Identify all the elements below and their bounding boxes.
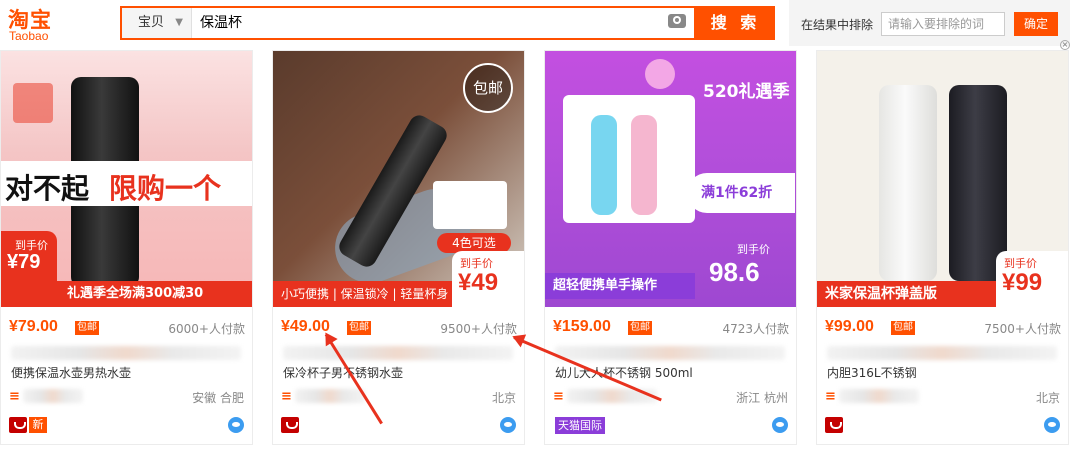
search-box: 宝贝 ▼ 保温杯 xyxy=(120,6,696,40)
taobao-logo[interactable]: 淘宝 Taobao xyxy=(8,4,74,43)
new-tag: 新 xyxy=(29,417,47,433)
chat-icon[interactable] xyxy=(1044,417,1060,433)
search-scope-select[interactable]: 宝贝 ▼ xyxy=(122,8,192,38)
heart-icon xyxy=(645,59,675,89)
shop-icon: ≡ xyxy=(9,389,20,404)
product-box xyxy=(563,95,695,223)
promo-price-label: 到手价 xyxy=(737,243,770,256)
tmall-icon xyxy=(281,417,299,433)
chevron-down-icon: ▼ xyxy=(175,17,183,28)
free-shipping-badge: 包邮 xyxy=(891,321,915,335)
exclude-label: 在结果中排除 xyxy=(801,18,874,32)
price: ¥159.00 xyxy=(553,318,611,335)
promo-price-value: ¥49 xyxy=(458,269,499,296)
sales-count: 4723人付款 xyxy=(722,322,789,336)
promo-strip: 礼遇季全场满300减30 xyxy=(1,281,252,307)
product-image[interactable]: 米家保温杯弹盖版 到手价 ¥99 xyxy=(817,51,1068,307)
product-image[interactable]: 包邮 4色可选 小巧便携 | 保温锁冷 | 轻量杯身 到手价 ¥49 xyxy=(273,51,524,307)
tmall-global-tag: 天猫国际 xyxy=(555,417,605,434)
product-title[interactable]: 幼儿大人杯不锈钢 500ml xyxy=(555,364,785,381)
promo-price-value: ¥99 xyxy=(1002,269,1043,296)
product-card[interactable]: 包邮 4色可选 小巧便携 | 保温锁冷 | 轻量杯身 到手价 ¥49 ¥49.0… xyxy=(272,50,525,445)
promo-banner-b: 限购一个 xyxy=(109,172,222,205)
chat-icon[interactable] xyxy=(228,417,244,433)
product-title[interactable]: 便携保温水壶男热水壶 xyxy=(11,364,241,381)
blurred-title xyxy=(11,346,241,360)
promo-price-value: 98.6 xyxy=(709,257,760,287)
product-image[interactable]: 对不起 限购一个 到手价 ¥79 礼遇季全场满300减30 xyxy=(1,51,252,307)
exclude-panel: 在结果中排除 请输入要排除的词 确定 xyxy=(789,0,1070,46)
search-scope-label: 宝贝 xyxy=(138,15,165,30)
promo-price-box: 到手价 ¥79 xyxy=(1,231,57,281)
product-image[interactable]: 520礼遇季 满1件62折 超轻便携单手操作 到手价 98.6 xyxy=(545,51,796,307)
price-row: ¥159.00 包邮 4723人付款 xyxy=(553,318,789,338)
product-title[interactable]: 内胆316L不锈钢 xyxy=(827,364,1057,381)
blurred-shop-name xyxy=(295,389,365,403)
close-icon[interactable]: × xyxy=(1060,40,1070,50)
free-shipping-badge: 包邮 xyxy=(347,321,371,335)
location: 浙江 杭州 xyxy=(736,391,788,405)
search-button[interactable]: 搜 索 xyxy=(696,6,775,40)
product-card[interactable]: 米家保温杯弹盖版 到手价 ¥99 ¥99.00 包邮 7500+人付款 内胆31… xyxy=(816,50,1069,445)
sales-count: 7500+人付款 xyxy=(984,322,1061,336)
free-shipping-badge: 包邮 xyxy=(75,321,99,335)
price-row: ¥99.00 包邮 7500+人付款 xyxy=(825,318,1061,338)
top-bar: 淘宝 Taobao 宝贝 ▼ 保温杯 搜 索 在结果中排除 请输入要排除的词 确… xyxy=(0,0,1070,50)
colors-pill: 4色可选 xyxy=(437,233,511,253)
promo-price-box: 到手价 ¥99 xyxy=(996,251,1068,307)
brand-mark xyxy=(13,83,53,123)
promo-strip: 超轻便携单手操作 xyxy=(545,273,695,299)
tmall-icon xyxy=(825,417,843,433)
search-input[interactable]: 保温杯 xyxy=(200,8,242,38)
blue-bottle xyxy=(591,115,617,215)
shop-icon: ≡ xyxy=(281,389,292,404)
promo-event: 520礼遇季 xyxy=(703,82,790,102)
blurred-shop-name xyxy=(23,389,83,403)
location: 安徽 合肥 xyxy=(192,391,244,405)
promo-banner-a: 对不起 xyxy=(5,172,90,205)
tmall-icon xyxy=(9,417,27,433)
promo-price-box: 到手价 ¥49 xyxy=(452,251,524,307)
black-bottle xyxy=(949,85,1007,281)
free-shipping-round-badge: 包邮 xyxy=(463,63,513,113)
blurred-shop-name xyxy=(839,389,919,403)
sales-count: 9500+人付款 xyxy=(440,322,517,336)
product-card[interactable]: 对不起 限购一个 到手价 ¥79 礼遇季全场满300减30 ¥79.00 包邮 … xyxy=(0,50,253,445)
blurred-title xyxy=(283,346,513,360)
product-card[interactable]: 520礼遇季 满1件62折 超轻便携单手操作 到手价 98.6 ¥159.00 … xyxy=(544,50,797,445)
color-options-box xyxy=(433,181,507,229)
shop-icon: ≡ xyxy=(825,389,836,404)
promo-deal: 满1件62折 xyxy=(687,173,795,213)
white-bottle xyxy=(879,85,937,281)
price-row: ¥79.00 包邮 6000+人付款 xyxy=(9,318,245,338)
promo-banner: 对不起 限购一个 xyxy=(1,161,252,206)
free-shipping-badge: 包邮 xyxy=(628,321,652,335)
camera-icon[interactable] xyxy=(668,14,686,28)
price: ¥79.00 xyxy=(9,318,58,335)
chat-icon[interactable] xyxy=(500,417,516,433)
location: 北京 xyxy=(1035,391,1060,405)
sales-count: 6000+人付款 xyxy=(168,322,245,336)
price-row: ¥49.00 包邮 9500+人付款 xyxy=(281,318,517,338)
chat-icon[interactable] xyxy=(772,417,788,433)
location: 北京 xyxy=(491,391,516,405)
product-title[interactable]: 保冷杯子男不锈钢水壶 xyxy=(283,364,513,381)
logo-en: Taobao xyxy=(9,29,49,43)
shop-icon: ≡ xyxy=(553,389,564,404)
price: ¥99.00 xyxy=(825,318,874,335)
blurred-title xyxy=(555,346,785,360)
pink-bottle xyxy=(631,115,657,215)
promo-price-value: ¥79 xyxy=(7,251,41,273)
blurred-title xyxy=(827,346,1057,360)
exclude-input[interactable]: 请输入要排除的词 xyxy=(881,12,1005,36)
exclude-confirm-button[interactable]: 确定 xyxy=(1014,12,1058,36)
